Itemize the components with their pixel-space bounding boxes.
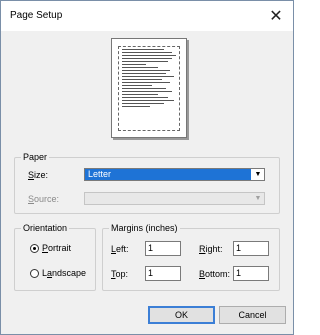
orientation-group: Orientation bbox=[14, 223, 96, 291]
chevron-down-icon[interactable]: ▼ bbox=[252, 169, 264, 180]
margin-left-label: Left: bbox=[111, 244, 129, 254]
margin-bottom-input[interactable]: 1 bbox=[233, 266, 269, 281]
dialog-title: Page Setup bbox=[10, 10, 63, 21]
margin-right-input[interactable]: 1 bbox=[233, 241, 269, 256]
margin-left-input[interactable]: 1 bbox=[145, 241, 181, 256]
margin-right-label: Right: bbox=[199, 244, 223, 254]
close-icon: ✕ bbox=[269, 8, 283, 25]
source-label: Source: bbox=[28, 194, 60, 204]
preview-text-lines bbox=[122, 49, 178, 109]
landscape-label[interactable]: Landscape bbox=[42, 268, 86, 278]
close-button[interactable]: ✕ bbox=[259, 1, 293, 31]
margins-legend: Margins (inches) bbox=[111, 223, 178, 233]
cancel-button[interactable]: Cancel bbox=[219, 306, 286, 324]
page-setup-dialog: Page Setup ✕ Paper Size: Letter ▼ Source… bbox=[0, 0, 294, 335]
ok-button[interactable]: OK bbox=[148, 306, 215, 324]
margin-top-label: Top: bbox=[111, 269, 129, 279]
orientation-legend: Orientation bbox=[23, 223, 68, 233]
chevron-down-icon: ▼ bbox=[254, 195, 262, 202]
page-preview bbox=[111, 38, 187, 138]
size-label: Size: bbox=[28, 170, 49, 180]
paper-size-value: Letter bbox=[85, 169, 251, 180]
paper-size-select[interactable]: Letter ▼ bbox=[84, 168, 265, 181]
paper-source-select: ▼ bbox=[84, 192, 265, 205]
landscape-radio[interactable] bbox=[30, 269, 39, 278]
title-bar[interactable]: Page Setup ✕ bbox=[1, 1, 293, 31]
margin-top-input[interactable]: 1 bbox=[145, 266, 181, 281]
margin-bottom-label: Bottom: bbox=[199, 269, 231, 279]
portrait-label[interactable]: Portrait bbox=[42, 243, 71, 253]
paper-legend: Paper bbox=[23, 152, 48, 162]
portrait-radio[interactable] bbox=[30, 244, 39, 253]
